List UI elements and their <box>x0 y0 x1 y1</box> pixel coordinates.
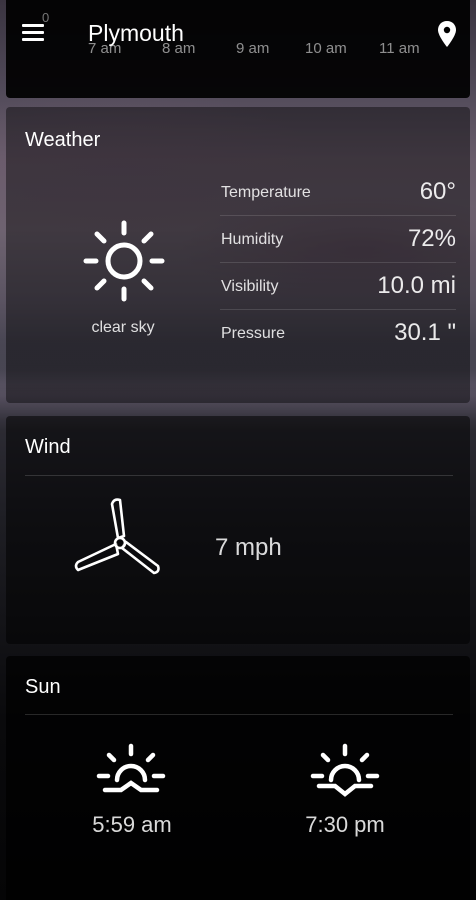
wind-turbine-icon <box>74 498 160 575</box>
sunset-icon <box>310 743 380 797</box>
stat-label: Temperature <box>221 184 311 201</box>
stat-label: Visibility <box>221 278 279 295</box>
hourly-forecast-strip[interactable]: 0 7 am 8 am 9 am 10 am 11 am <box>6 0 470 98</box>
sunset-time: 7:30 pm <box>305 812 385 837</box>
stat-row-humidity: Humidity 72% <box>220 216 456 263</box>
wind-card: Wind 7 mph <box>6 416 470 644</box>
hour-label: 9 am <box>236 40 270 57</box>
map-pin-icon[interactable] <box>436 20 458 48</box>
weather-card-title: Weather <box>25 129 101 151</box>
sun-card: Sun 5:59 am 7:30 pm <box>6 656 470 900</box>
stat-value: 30.1 " <box>394 319 456 346</box>
stat-value: 10.0 mi <box>377 272 456 299</box>
stat-row-temperature: Temperature 60° <box>220 169 456 216</box>
hourly-top-value: 0 <box>42 10 50 25</box>
sunrise-time: 5:59 am <box>92 812 172 837</box>
wind-card-title: Wind <box>25 436 71 458</box>
stat-value: 72% <box>407 225 456 252</box>
hour-label: 11 am <box>379 40 420 57</box>
divider <box>25 475 453 476</box>
stat-label: Humidity <box>221 231 284 248</box>
sun-card-title: Sun <box>25 676 61 698</box>
hamburger-menu-icon[interactable] <box>22 24 46 44</box>
stat-value: 60° <box>419 178 456 205</box>
hour-label: 10 am <box>305 40 347 57</box>
stat-row-pressure: Pressure 30.1 " <box>220 310 456 357</box>
divider <box>25 714 453 715</box>
weather-card: Weather clear sky Temperature 60° Humidi… <box>6 107 470 403</box>
weather-condition: clear sky <box>91 319 155 336</box>
stat-label: Pressure <box>221 325 286 342</box>
sun-icon <box>83 220 165 302</box>
city-title: Plymouth <box>88 20 184 46</box>
wind-speed: 7 mph <box>215 534 282 561</box>
sunrise-icon <box>96 743 166 793</box>
stat-row-visibility: Visibility 10.0 mi <box>220 263 456 310</box>
